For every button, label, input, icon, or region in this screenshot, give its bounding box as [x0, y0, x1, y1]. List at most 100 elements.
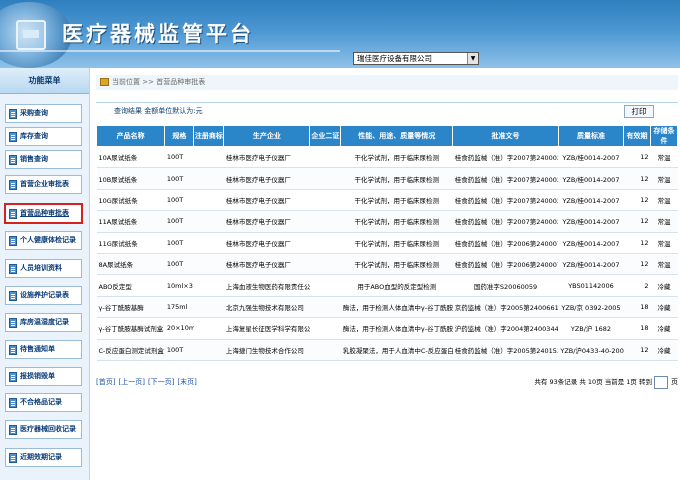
sidebar-item[interactable]: 个人健康体检记录 [5, 231, 82, 250]
table-cell: ABO反定型 [96, 274, 165, 297]
table-cell: 12 [623, 253, 651, 276]
table-cell: 常温 [650, 253, 678, 276]
column-header: 质量标准 [557, 125, 625, 147]
table-cell: 常温 [650, 146, 678, 169]
table-cell: 桂林市医疗电子仪器厂 [223, 167, 310, 190]
table-cell: 10ml×3 [164, 274, 194, 297]
sidebar-item[interactable]: 近期效期记录 [5, 448, 82, 467]
sidebar-item-label: 人员培训资料 [20, 264, 62, 272]
sidebar-item[interactable]: 医疗器械回收记录 [5, 420, 82, 439]
company-select[interactable]: 瑞佳医疗设备有限公司 ▼ [353, 52, 479, 65]
pager: [首页] [上一页] [下一页] [末页] 共有 93条记录 共 10页 当前是 1页… [96, 375, 678, 389]
table-cell: YZB/桂0014-2007 [558, 189, 624, 212]
sidebar-item[interactable]: 首营企业审批表 [5, 175, 82, 194]
sidebar-item[interactable]: 待售通知单 [5, 340, 82, 359]
table-cell: 桂林市医疗电子仪器厂 [223, 189, 310, 212]
table-row[interactable]: 10B尿试纸条 100T 桂林市医疗电子仪器厂 干化学试剂，用于临床尿检测 桂食药监械（… [96, 167, 678, 190]
sidebar-item[interactable]: 报损销毁单 [5, 367, 82, 386]
sidebar-item[interactable]: 首营品种审批表 [4, 203, 83, 224]
prev-page-link[interactable]: [上一页] [118, 378, 144, 386]
table-cell: YZB/桂0014-2007 [558, 146, 624, 169]
table-row[interactable]: 10G尿试纸条 100T 桂林市医疗电子仪器厂 干化学试剂，用于临床尿检测 桂食药监械（… [96, 189, 678, 212]
first-page-link[interactable]: [首页] [96, 378, 115, 386]
sidebar-item-label: 采购查询 [20, 109, 48, 117]
table-row[interactable]: γ-谷丁酰胺基酶试剂盒20×10ml 上海复星长征医学科学有限公司 酶法，用于检测人… [96, 317, 678, 340]
table-row[interactable]: ABO反定型 10ml×3 上海血液生物医药有限责任公司 用于ABO血型的反定型检测国… [96, 274, 678, 297]
table-cell: YZB/桂0014-2007 [558, 167, 624, 190]
table-cell [309, 317, 341, 340]
print-button[interactable]: 打印 [624, 105, 654, 118]
table-cell: 18 [623, 317, 651, 340]
table-cell: YZB/沪0433-40-2004 [558, 339, 624, 361]
table-row[interactable]: 10A尿试纸条 100T 桂林市医疗电子仪器厂 干化学试剂，用于临床尿检测 桂食药监械（… [96, 146, 678, 169]
table-cell [193, 167, 224, 190]
sidebar-item-label: 库存查询 [20, 132, 48, 140]
table-row[interactable]: 8A尿试纸条 100T 桂林市医疗电子仪器厂 干化学试剂，用于临床尿检测 桂食药监械（准… [96, 253, 678, 276]
document-icon [9, 453, 17, 463]
table-cell: γ-谷丁酰胺基酶试剂盒 [96, 317, 165, 340]
table-cell [193, 339, 224, 361]
table-cell: 10G尿试纸条 [96, 189, 165, 212]
sidebar-item-label: 近期效期记录 [20, 453, 62, 461]
table-cell: 18 [623, 296, 651, 319]
sidebar-item[interactable]: 不合格品记录 [5, 393, 82, 412]
sidebar-item-label: 不合格品记录 [20, 398, 62, 406]
table-cell [193, 232, 224, 254]
sidebar-item-label: 个人健康体检记录 [20, 236, 76, 244]
pager-stats: 共有 93条记录 共 10页 当前是 1页 转到 [534, 378, 652, 386]
document-icon [9, 372, 17, 382]
sidebar-item[interactable]: 设施养护记录表 [5, 286, 82, 305]
column-header: 企业二证 [309, 125, 342, 147]
sidebar-item[interactable]: 库存查询 [5, 127, 82, 146]
table-cell: 用于ABO血型的反定型检测 [340, 274, 453, 297]
table-cell: 上海复星长征医学科学有限公司 [223, 317, 310, 340]
document-icon [9, 291, 17, 301]
table-cell: 酶法，用于检测人体血清中γ-谷丁酰胺基酶含量 [340, 317, 453, 340]
table-row[interactable]: γ-谷丁酰胺基酶 175ml 北京九强生物技术有限公司 酶法，用于检测人体血清中γ-谷… [96, 296, 678, 319]
table-cell: 桂食药监械（准）字2007第2400027号 [452, 146, 559, 169]
sidebar-item-label: 库房温湿度记录 [20, 318, 69, 326]
table-row[interactable]: 11G尿试纸条 100T 桂林市医疗电子仪器厂 干化学试剂，用于临床尿检测 桂食药监械（… [96, 232, 678, 254]
table-cell: YZB/沪 1682 [558, 317, 624, 340]
table-cell: 常温 [650, 167, 678, 190]
table-cell: 上海捷门生物技术合作公司 [223, 339, 310, 361]
sidebar-item-label: 医疗器械回收记录 [20, 425, 76, 433]
sidebar-item[interactable]: 人员培训资料 [5, 259, 82, 278]
table-cell [193, 317, 224, 340]
last-page-link[interactable]: [末页] [177, 378, 196, 386]
table-cell: 100T [164, 253, 194, 276]
table-cell: 干化学试剂，用于临床尿检测 [340, 146, 453, 169]
table-cell [193, 210, 224, 233]
table-cell: 桂食药监械（准）字2005第2401533号 [452, 339, 559, 361]
column-header: 性能、用途、质量等情况 [340, 125, 454, 147]
document-icon [9, 180, 17, 190]
table-header-row: 产品名称 规格 注册商标 生产企业 企业二证 性能、用途、质量等情况 批准文号 质量标准 有效期… [95, 125, 678, 147]
table-cell: 桂食药监械（准）字2007第2400024号 [452, 189, 559, 212]
medical-device-icon [16, 20, 46, 50]
document-icon [9, 264, 17, 274]
table-cell: 酶法，用于检测人体血清中γ-谷丁酰胺基酶含量 [340, 296, 453, 319]
next-page-link[interactable]: [下一页] [148, 378, 174, 386]
table-body: 10A尿试纸条 100T 桂林市医疗电子仪器厂 干化学试剂，用于临床尿检测 桂食药监械（… [96, 146, 678, 361]
table-cell: 桂林市医疗电子仪器厂 [223, 232, 310, 254]
column-header: 有效期 [623, 125, 651, 147]
sidebar-item[interactable]: 库房温湿度记录 [5, 313, 82, 332]
table-cell: 20×10ml [164, 317, 194, 340]
column-header: 产品名称 [95, 125, 166, 147]
sidebar-item-label: 销售查询 [20, 155, 48, 163]
sidebar-item[interactable]: 采购查询 [5, 104, 82, 123]
chevron-down-icon[interactable]: ▼ [467, 53, 478, 64]
table-row[interactable]: C-反应蛋白测定试剂盒 100T 上海捷门生物技术合作公司 乳胶凝聚法，用于人血清中C… [96, 339, 678, 361]
sidebar-item[interactable]: 销售查询 [5, 150, 82, 169]
page-jump-input[interactable] [654, 376, 668, 389]
table-cell: 常温 [650, 210, 678, 233]
table-cell: 12 [623, 232, 651, 254]
breadcrumb-separator: >> [142, 78, 154, 86]
table-cell: 100T [164, 232, 194, 254]
table-cell: 桂林市医疗电子仪器厂 [223, 253, 310, 276]
company-select-value: 瑞佳医疗设备有限公司 [357, 54, 432, 63]
column-header: 生产企业 [223, 125, 311, 147]
breadcrumb: 当前位置 >> 首营品种审批表 [96, 75, 678, 90]
table-row[interactable]: 11A尿试纸条 100T 桂林市医疗电子仪器厂 干化学试剂，用于临床尿检测 桂食药监械（… [96, 210, 678, 233]
result-bar: 查询结果 金额单位默认为:元 [96, 102, 678, 119]
